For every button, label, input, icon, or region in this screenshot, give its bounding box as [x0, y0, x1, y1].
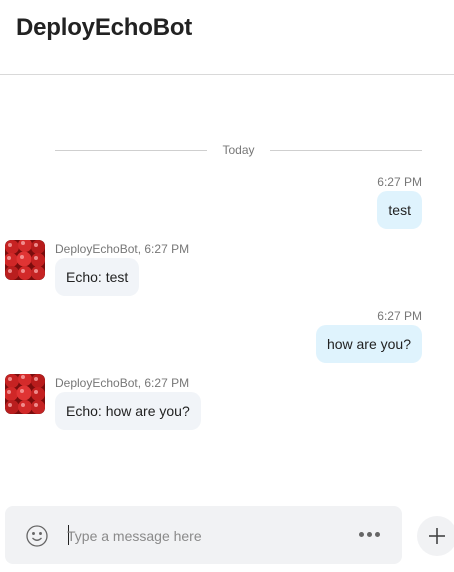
message-timestamp: 6:27 PM — [377, 309, 422, 323]
add-attachment-button[interactable] — [417, 516, 454, 556]
message-input[interactable] — [67, 524, 337, 548]
emoji-icon[interactable] — [25, 524, 49, 548]
more-options-icon[interactable] — [359, 532, 381, 538]
message-meta: DeployEchoBot, 6:27 PM — [55, 242, 190, 256]
divider-line-right — [270, 150, 422, 151]
outgoing-message-bubble[interactable]: test — [377, 191, 422, 229]
incoming-message-bubble[interactable]: Echo: test — [55, 258, 140, 296]
plus-icon — [429, 528, 445, 544]
chat-header: DeployEchoBot — [0, 0, 454, 75]
message-composer — [5, 506, 402, 564]
date-divider: Today — [55, 142, 422, 160]
chat-window: DeployEchoBot Today 6:27 PM test DeployE… — [0, 0, 454, 572]
chat-title: DeployEchoBot — [16, 14, 193, 41]
incoming-message-bubble[interactable]: Echo: how are you? — [55, 392, 201, 430]
message-meta: DeployEchoBot, 6:27 PM — [55, 376, 190, 390]
message-timestamp: 6:27 PM — [377, 175, 422, 189]
bot-avatar[interactable] — [5, 374, 45, 414]
bot-avatar[interactable] — [5, 240, 45, 280]
avatar-image — [5, 240, 45, 280]
outgoing-message-bubble[interactable]: how are you? — [315, 325, 422, 363]
avatar-image — [5, 374, 45, 414]
